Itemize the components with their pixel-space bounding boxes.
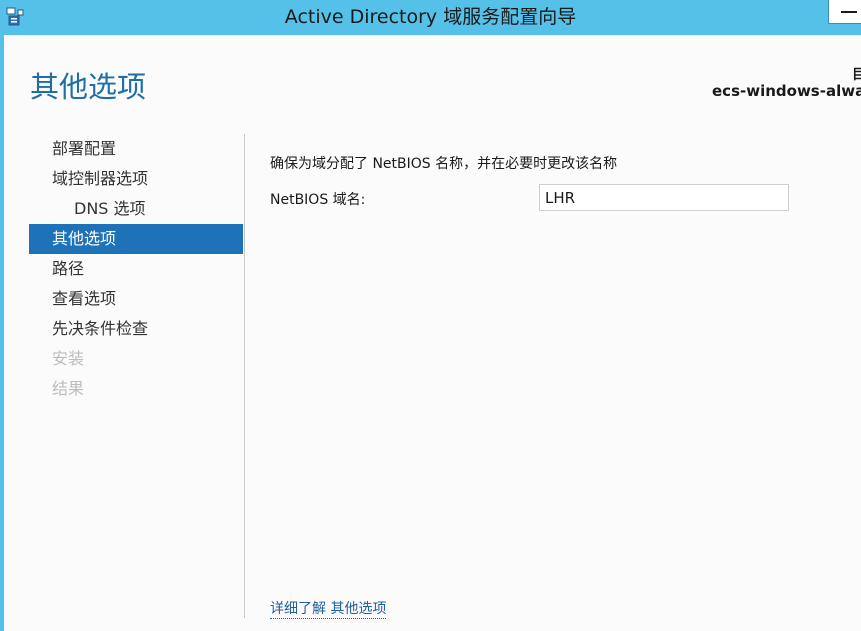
nav-item-results: 结果	[29, 374, 243, 404]
wizard-client-area: 其他选项 目 ecs-windows-always 部署配置 域控制器选项 DN…	[4, 35, 861, 631]
nav-item-prerequisites-check[interactable]: 先决条件检查	[29, 314, 243, 344]
page-title: 其他选项	[30, 70, 147, 104]
more-link-topic: 其他选项	[330, 601, 387, 617]
title-bar: Active Directory 域服务配置向导	[0, 0, 861, 35]
more-about-options-link[interactable]: 详细了解 其他选项	[270, 598, 387, 619]
window-title: Active Directory 域服务配置向导	[284, 6, 577, 28]
nav-item-review-options[interactable]: 查看选项	[29, 284, 243, 314]
nav-item-label: 先决条件检查	[52, 319, 149, 338]
more-link-prefix: 详细了解	[270, 601, 326, 617]
nav-item-installation: 安装	[29, 344, 243, 374]
nav-item-dc-options[interactable]: 域控制器选项	[29, 164, 243, 194]
nav-item-label: 查看选项	[52, 289, 117, 308]
nav-item-label: 路径	[52, 259, 85, 278]
nav-item-deployment-config[interactable]: 部署配置	[29, 134, 243, 164]
nav-item-label: 安装	[52, 349, 85, 368]
target-server-name: ecs-windows-always	[712, 82, 861, 100]
nav-item-label: 域控制器选项	[52, 169, 149, 188]
nav-item-label: 其他选项	[52, 229, 117, 248]
nav-item-dns-options[interactable]: DNS 选项	[29, 194, 243, 224]
nav-item-paths[interactable]: 路径	[29, 254, 243, 284]
nav-item-label: 部署配置	[52, 139, 117, 158]
minimize-button[interactable]	[828, 0, 861, 24]
nav-item-additional-options[interactable]: 其他选项	[29, 224, 243, 254]
nav-item-label: 结果	[52, 379, 85, 398]
nav-item-label: DNS 选项	[74, 199, 146, 218]
netbios-domain-input[interactable]	[539, 184, 789, 211]
netbios-prompt: 确保为域分配了 NetBIOS 名称，并在必要时更改该名称	[270, 156, 618, 172]
minimize-icon	[841, 11, 857, 13]
netbios-domain-label: NetBIOS 域名:	[270, 192, 366, 208]
nav-divider	[244, 134, 245, 618]
target-server-label: 目	[852, 67, 861, 83]
